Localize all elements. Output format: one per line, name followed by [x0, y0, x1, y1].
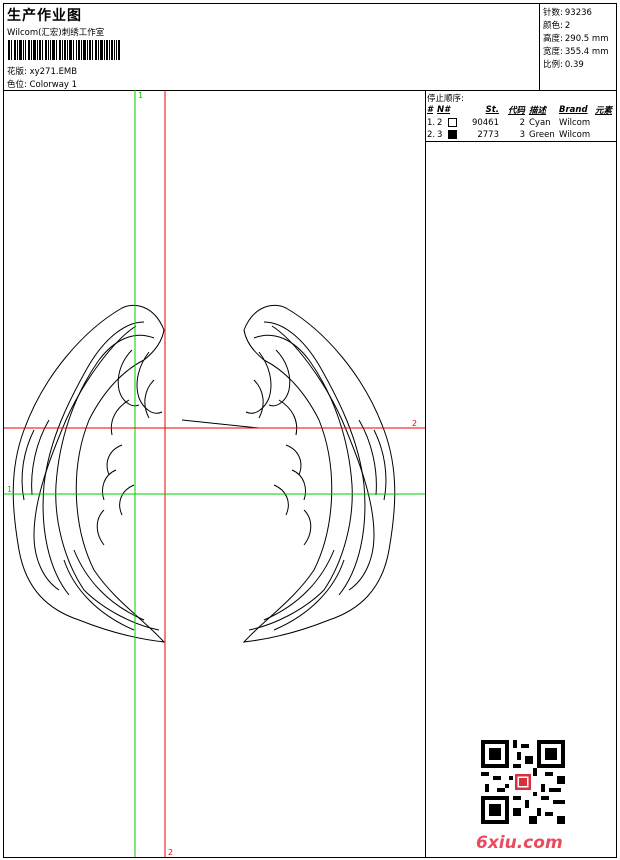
header-info: 生产作业图 Wilcom(汇宏)刺绣工作室 花版: xy271.EMB 色位: …: [7, 4, 537, 90]
wings-artwork: 1 2 2 1: [4, 90, 425, 857]
barcode-icon: [8, 40, 120, 60]
stop-sequence-table: # N# St. 代码 描述 Brand 元素 1. 2 90461 2 Cya…: [425, 104, 616, 142]
stat-height: 高度: 290.5 mm: [543, 34, 609, 44]
col-code: 代码: [507, 106, 525, 116]
stat-scale: 比例: 0.39: [543, 60, 584, 70]
company-name: Wilcom(汇宏)刺绣工作室: [7, 28, 105, 38]
stat-stitches: 针数: 93236: [543, 8, 592, 18]
design-value: xy271.EMB: [29, 67, 78, 77]
col-needle: N#: [437, 105, 451, 115]
guide-label-h2: 2: [412, 419, 417, 428]
color-swatch: [447, 118, 457, 127]
watermark-text: 6xiu.com: [476, 833, 563, 853]
guide-label-v2: 2: [168, 848, 173, 857]
col-stitches: St.: [485, 105, 499, 115]
guide-label-h1: 1: [7, 485, 12, 494]
color-swatch: [447, 130, 457, 139]
design-file: 花版: xy271.EMB: [7, 65, 77, 77]
colorway-value: Colorway 1: [29, 80, 78, 90]
design-preview: 1 2 2 1: [4, 90, 426, 857]
col-brand: Brand: [559, 105, 588, 115]
col-desc: 描述: [529, 106, 547, 116]
table-row: 2. 3 2773 3 Green Wilcom: [425, 129, 616, 142]
sheet-header: 生产作业图 Wilcom(汇宏)刺绣工作室 花版: xy271.EMB 色位: …: [4, 4, 616, 91]
angel-wings-drawing: [12, 304, 396, 643]
production-sheet: 生产作业图 Wilcom(汇宏)刺绣工作室 花版: xy271.EMB 色位: …: [3, 3, 617, 858]
col-element: 元素: [595, 106, 613, 116]
qr-code-icon: [481, 740, 565, 824]
col-num: #: [427, 105, 433, 115]
table-row: 1. 2 90461 2 Cyan Wilcom: [427, 118, 591, 128]
table-header-row: # N# St. 代码 描述 Brand 元素: [425, 104, 616, 117]
stop-sequence-title: 停止顺序:: [427, 94, 464, 104]
design-stats: 针数: 93236 颜色: 2 高度: 290.5 mm 宽度: 355.4 mm 比例…: [539, 4, 617, 90]
page-title: 生产作业图: [7, 8, 82, 24]
design-label: 花版:: [7, 67, 27, 77]
stat-width: 宽度: 355.4 mm: [543, 47, 609, 57]
stop-sequence-panel: 停止顺序: # N# St. 代码 描述 Brand 元素 1. 2 90461: [425, 90, 616, 857]
guide-label-v1: 1: [138, 91, 143, 100]
colorway-label: 色位:: [7, 80, 27, 90]
colorway: 色位: Colorway 1: [7, 78, 77, 90]
stat-colors: 颜色: 2: [543, 21, 571, 31]
